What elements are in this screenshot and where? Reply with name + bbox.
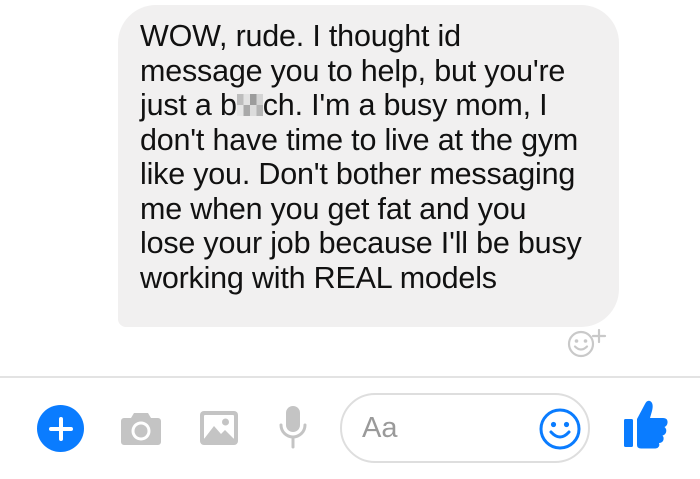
message-input-field[interactable] xyxy=(340,393,590,463)
microphone-icon xyxy=(279,406,307,449)
message-line: don't have time to live at the gym xyxy=(140,122,579,157)
emoji-button[interactable] xyxy=(538,407,582,451)
received-message-bubble[interactable]: WOW, rude. I thought id message you to h… xyxy=(118,5,619,327)
conversation-thread: WOW, rude. I thought id message you to h… xyxy=(0,0,700,376)
smiley-plus-icon xyxy=(567,328,607,358)
message-line: me when you get fat and you xyxy=(140,191,527,226)
message-line: just a b ch. I'm a busy mom, I xyxy=(140,88,599,123)
message-line: working with REAL models xyxy=(140,260,497,295)
message-input[interactable] xyxy=(362,407,522,449)
more-actions-button[interactable] xyxy=(37,405,84,452)
message-line: message you to help, but you're xyxy=(140,53,566,88)
message-composer xyxy=(0,376,700,479)
like-button[interactable] xyxy=(622,398,670,450)
image-icon xyxy=(200,411,238,445)
plus-icon xyxy=(48,416,73,441)
gallery-button[interactable] xyxy=(196,405,242,451)
camera-button[interactable] xyxy=(118,405,164,451)
message-line: lose your job because I'll be busy xyxy=(140,226,582,260)
thumbs-up-icon xyxy=(624,400,668,449)
camera-icon xyxy=(121,413,161,445)
add-reaction-button[interactable] xyxy=(556,322,618,362)
message-text-segment: ch. I'm a busy mom, I xyxy=(262,88,548,122)
censored-word-blur xyxy=(236,94,263,116)
message-line: like you. Don't bother messaging xyxy=(140,157,576,191)
messenger-screen: WOW, rude. I thought id message you to h… xyxy=(0,0,700,479)
voice-message-button[interactable] xyxy=(276,402,310,452)
message-line: WOW, rude. I thought id xyxy=(140,19,461,53)
smiley-icon xyxy=(539,408,581,450)
message-text-segment: just a b xyxy=(140,88,237,122)
